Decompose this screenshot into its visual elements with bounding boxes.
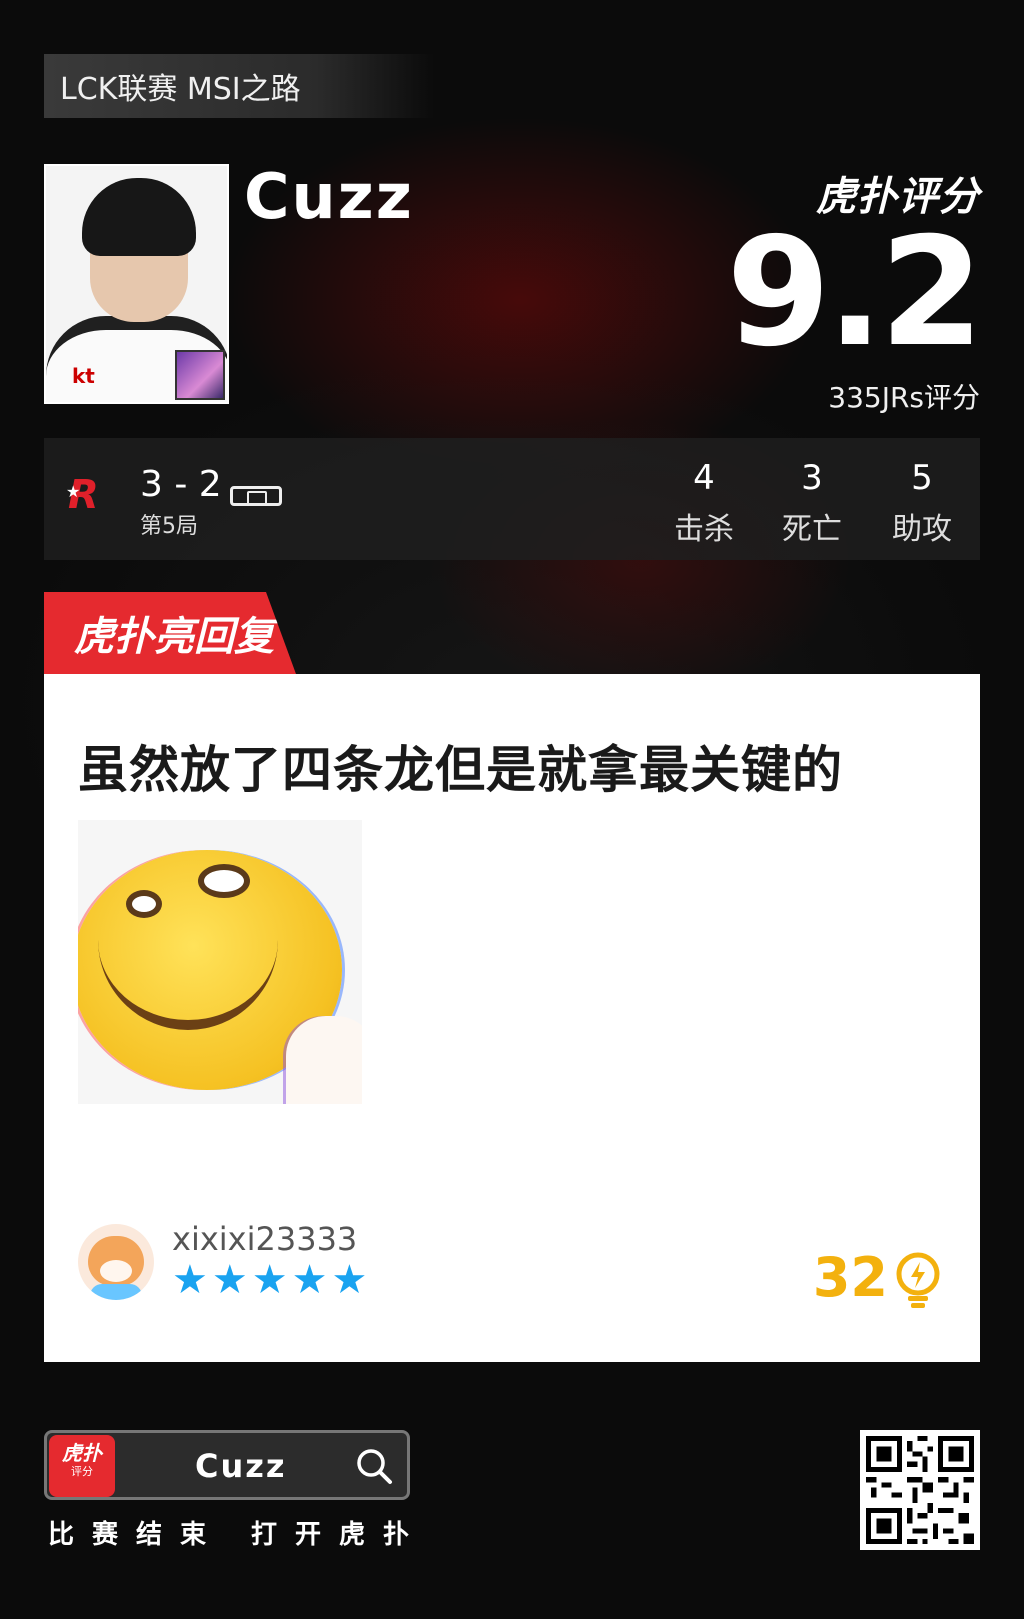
qr-code[interactable]	[860, 1430, 980, 1550]
player-name: Cuzz	[244, 160, 414, 233]
footer-caption: 比赛结束 打开虎扑	[48, 1520, 428, 1550]
hupu-app-logo[interactable]: 虎扑 评分	[49, 1435, 115, 1497]
comment-card[interactable]: 虽然放了四条龙但是就拿最关键的 xixixi23333 ★★★★★ 32	[44, 674, 980, 1362]
game-number: 第5局	[140, 514, 198, 539]
search-icon[interactable]	[355, 1447, 393, 1485]
rating-count: 335JRs评分	[828, 381, 980, 414]
username[interactable]: xixixi23333	[172, 1220, 357, 1258]
comment-text: 虽然放了四条龙但是就拿最关键的	[78, 741, 843, 799]
battery-icon	[230, 486, 282, 506]
app-logo-subtext: 评分	[71, 1465, 93, 1478]
rating-score: 9.2	[726, 206, 984, 380]
stat-label: 击杀	[674, 512, 734, 547]
app-logo-text: 虎扑	[62, 1441, 102, 1465]
highlight-reply-label: 虎扑亮回复	[74, 614, 274, 660]
match-summary: R ★ 3 - 2 第5局 4 击杀 3 死亡 5 助攻	[44, 438, 980, 560]
rating-stars: ★★★★★	[172, 1257, 372, 1303]
stat-label: 死亡	[782, 512, 842, 547]
stat-label: 助攻	[892, 512, 952, 547]
champion-icon	[175, 350, 225, 400]
event-tag: LCK联赛 MSI之路	[44, 54, 434, 118]
stat-assists: 5 助攻	[882, 458, 962, 548]
stat-value: 3	[801, 458, 823, 498]
stat-value: 4	[693, 458, 715, 498]
search-query[interactable]: Cuzz	[195, 1447, 287, 1485]
lightbulb-icon[interactable]	[894, 1252, 942, 1310]
stat-deaths: 3 死亡	[772, 458, 852, 548]
smiley-sticker-image[interactable]	[78, 820, 362, 1104]
stat-kills: 4 击杀	[664, 458, 744, 548]
search-bar[interactable]: 虎扑 评分 Cuzz	[44, 1430, 410, 1500]
avatar[interactable]	[78, 1224, 154, 1300]
series-score: 3 - 2	[140, 464, 222, 505]
like-count: 32	[812, 1246, 888, 1309]
jersey-logo: kt	[72, 364, 95, 388]
team-logo-icon: R ★	[66, 472, 99, 518]
event-tag-label: LCK联赛 MSI之路	[60, 72, 301, 107]
player-hair	[82, 178, 196, 256]
player-photo: kt	[44, 164, 229, 404]
stat-value: 5	[911, 458, 933, 498]
highlight-reply-tab: 虎扑亮回复	[44, 592, 296, 674]
